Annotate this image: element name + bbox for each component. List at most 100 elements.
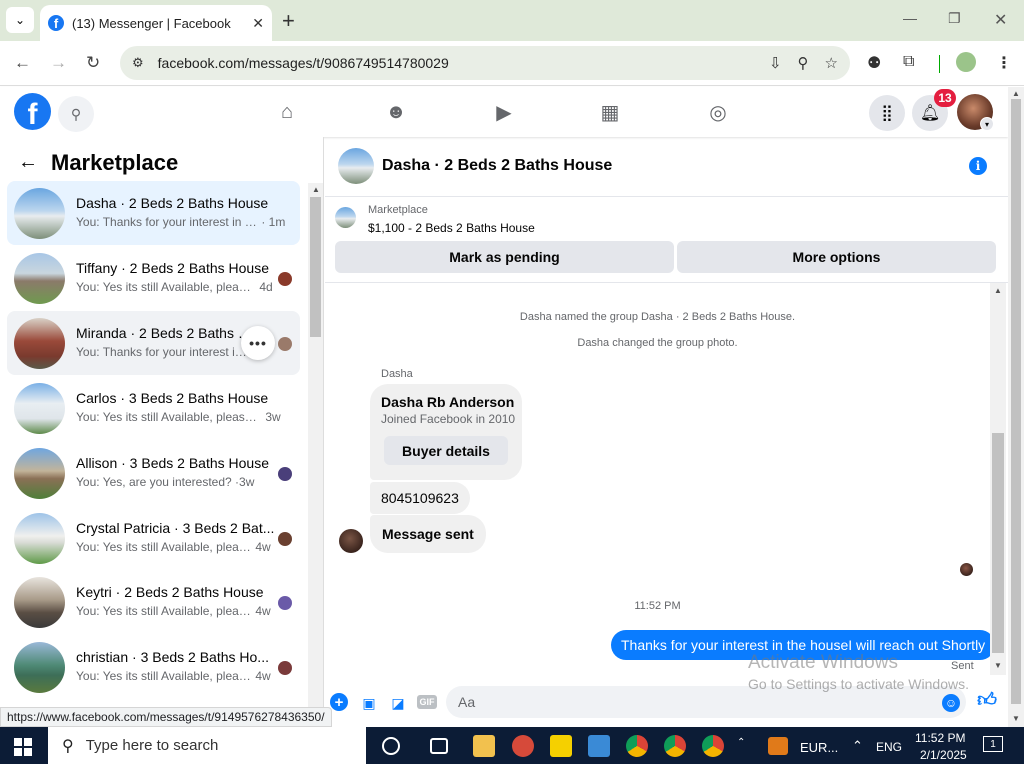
- search-icon[interactable]: ⚲: [58, 96, 94, 132]
- notification-center-icon[interactable]: 1: [983, 736, 1003, 752]
- buyer-details-button[interactable]: Buyer details: [384, 436, 508, 465]
- like-thumb-icon[interactable]: 👍︎: [977, 690, 997, 711]
- tab-search-button[interactable]: ⌄: [6, 7, 34, 33]
- info-icon[interactable]: i: [969, 157, 987, 175]
- app-icon[interactable]: [588, 735, 610, 757]
- conversation-item[interactable]: Tiffany · 2 Beds 2 Baths House You: Yes …: [7, 246, 300, 310]
- back-button[interactable]: ←: [14, 53, 31, 73]
- task-view-icon[interactable]: [430, 738, 448, 754]
- house-thumbnail: [14, 448, 65, 499]
- browser-tab[interactable]: f (13) Messenger | Facebook ✕: [40, 5, 272, 41]
- forward-button[interactable]: →: [50, 53, 67, 73]
- url-text[interactable]: facebook.com/messages/t/9086749514780029: [158, 55, 753, 71]
- marketplace-icon[interactable]: ▦: [590, 97, 630, 127]
- more-options-button[interactable]: More options: [677, 241, 996, 273]
- extensions-puzzle-icon[interactable]: ⧉: [903, 53, 914, 71]
- activation-watermark: Activate Windows: [748, 652, 898, 673]
- more-options-icon[interactable]: •••: [241, 326, 275, 360]
- currency-icon[interactable]: [768, 737, 788, 755]
- conversation-item[interactable]: Crystal Patricia · 3 Beds 2 Bat... You: …: [7, 506, 300, 570]
- taskbar-search[interactable]: ⚲ Type here to search: [48, 727, 366, 764]
- conversation-item[interactable]: Keytri · 2 Beds 2 Baths House You: Yes i…: [7, 570, 300, 634]
- message-bubble[interactable]: Message sent: [370, 515, 486, 553]
- install-app-icon[interactable]: ⇩: [769, 54, 782, 72]
- windows-start-icon[interactable]: [14, 738, 32, 756]
- omnibox[interactable]: ⚙ facebook.com/messages/t/90867495147800…: [120, 46, 850, 80]
- close-tab-icon[interactable]: ✕: [252, 15, 264, 32]
- chat-title[interactable]: Dasha · 2 Beds 2 Baths House: [382, 157, 612, 175]
- profile-icon[interactable]: [956, 52, 976, 72]
- photo-icon[interactable]: ▣: [359, 693, 379, 713]
- conversation-name: Tiffany · 2 Beds 2 Baths House: [76, 260, 269, 276]
- bookmark-star-icon[interactable]: ☆: [825, 54, 838, 72]
- close-window-button[interactable]: ✕: [994, 10, 1007, 30]
- chrome-icon[interactable]: [626, 735, 648, 757]
- scroll-up-icon[interactable]: ▲: [994, 286, 1002, 295]
- restore-button[interactable]: ❐: [948, 10, 961, 27]
- sender-name: Dasha: [381, 368, 413, 380]
- zoom-icon[interactable]: ⚲: [798, 54, 809, 72]
- facebook-logo-icon[interactable]: f: [14, 93, 51, 130]
- conversation-snippet: You: Yes its still Available, please s..…: [76, 410, 281, 424]
- scroll-down-icon[interactable]: ▼: [994, 661, 1002, 670]
- sticker-icon[interactable]: ◪: [388, 693, 408, 713]
- minimize-button[interactable]: —: [903, 10, 917, 26]
- clock-date[interactable]: 2/1/2025: [920, 748, 967, 762]
- home-icon[interactable]: ⌂: [267, 97, 307, 127]
- browser-menu-icon[interactable]: ⋮: [996, 53, 1012, 73]
- conversation-item[interactable]: Dasha · 2 Beds 2 Baths House You: Thanks…: [7, 181, 300, 245]
- listing-title[interactable]: $1,100 - 2 Beds 2 Baths House: [368, 221, 535, 235]
- watch-icon[interactable]: ▶: [484, 97, 524, 127]
- clock-time[interactable]: 11:52 PM: [915, 731, 965, 745]
- listing-thumbnail[interactable]: [335, 207, 356, 228]
- house-thumbnail: [14, 642, 65, 693]
- scrollbar-thumb[interactable]: [1011, 99, 1021, 704]
- message-bubble[interactable]: 8045109623: [370, 482, 470, 514]
- marketplace-listing-bar: Marketplace $1,100 - 2 Beds 2 Baths Hous…: [325, 197, 1008, 283]
- scrollbar-thumb[interactable]: [310, 197, 321, 337]
- language-indicator[interactable]: ENG: [876, 740, 902, 754]
- message-thread: Dasha named the group Dasha · 2 Beds 2 B…: [325, 283, 1008, 685]
- scroll-up-icon[interactable]: ▲: [1012, 89, 1020, 98]
- plus-icon[interactable]: +: [330, 693, 348, 711]
- conversation-item[interactable]: Allison · 3 Beds 2 Baths House You: Yes,…: [7, 441, 300, 505]
- emoji-icon[interactable]: ☺: [942, 694, 960, 712]
- page-scrollbar[interactable]: ▲ ▼: [1008, 87, 1024, 727]
- scrollbar-thumb[interactable]: [992, 433, 1004, 653]
- buyer-joined: Joined Facebook in 2010: [381, 412, 516, 426]
- conversation-name: Carlos · 3 Beds 2 Baths House: [76, 390, 269, 406]
- activation-watermark-sub: Go to Settings to activate Windows.: [748, 676, 969, 692]
- reload-button[interactable]: ↻: [86, 53, 100, 73]
- sticky-notes-icon[interactable]: [550, 735, 572, 757]
- conversation-list-scrollbar[interactable]: ▲: [308, 183, 323, 727]
- gif-icon[interactable]: GIF: [417, 695, 437, 709]
- tray-overflow-icon[interactable]: ⌃: [852, 738, 863, 754]
- notification-count-badge: 13: [934, 89, 956, 107]
- currency-ticker[interactable]: EUR...: [800, 740, 838, 755]
- chevron-down-icon[interactable]: ▾: [980, 117, 994, 131]
- back-arrow-icon[interactable]: ←: [18, 151, 38, 174]
- scroll-down-icon[interactable]: ▼: [1012, 714, 1020, 723]
- read-receipt-avatar: [960, 563, 973, 576]
- chrome-icon[interactable]: [702, 735, 724, 757]
- chrome-icon[interactable]: [664, 735, 686, 757]
- thread-scrollbar[interactable]: ▲ ▼: [990, 283, 1006, 675]
- conversation-item[interactable]: Carlos · 3 Beds 2 Baths House You: Yes i…: [7, 376, 300, 440]
- chat-avatar[interactable]: [338, 148, 374, 184]
- toolbar-divider: [939, 55, 940, 73]
- friends-icon[interactable]: ☻: [376, 97, 416, 127]
- app-icon[interactable]: [512, 735, 534, 757]
- cortana-icon[interactable]: [382, 737, 400, 755]
- site-info-icon[interactable]: ⚙: [132, 55, 144, 71]
- new-tab-button[interactable]: +: [282, 8, 295, 34]
- extension-robot-icon[interactable]: ⚉: [867, 53, 881, 73]
- system-message: Dasha named the group Dasha · 2 Beds 2 B…: [519, 311, 796, 323]
- chevron-up-icon[interactable]: ⌃: [737, 737, 745, 748]
- menu-grid-icon[interactable]: ⣿: [869, 95, 905, 131]
- mark-as-pending-button[interactable]: Mark as pending: [335, 241, 674, 273]
- file-explorer-icon[interactable]: [473, 735, 495, 757]
- conversation-item[interactable]: christian · 3 Beds 2 Baths Ho... You: Ye…: [7, 635, 300, 699]
- seen-avatar: [278, 272, 292, 286]
- groups-icon[interactable]: ◎: [698, 97, 738, 127]
- sender-avatar[interactable]: [339, 529, 363, 553]
